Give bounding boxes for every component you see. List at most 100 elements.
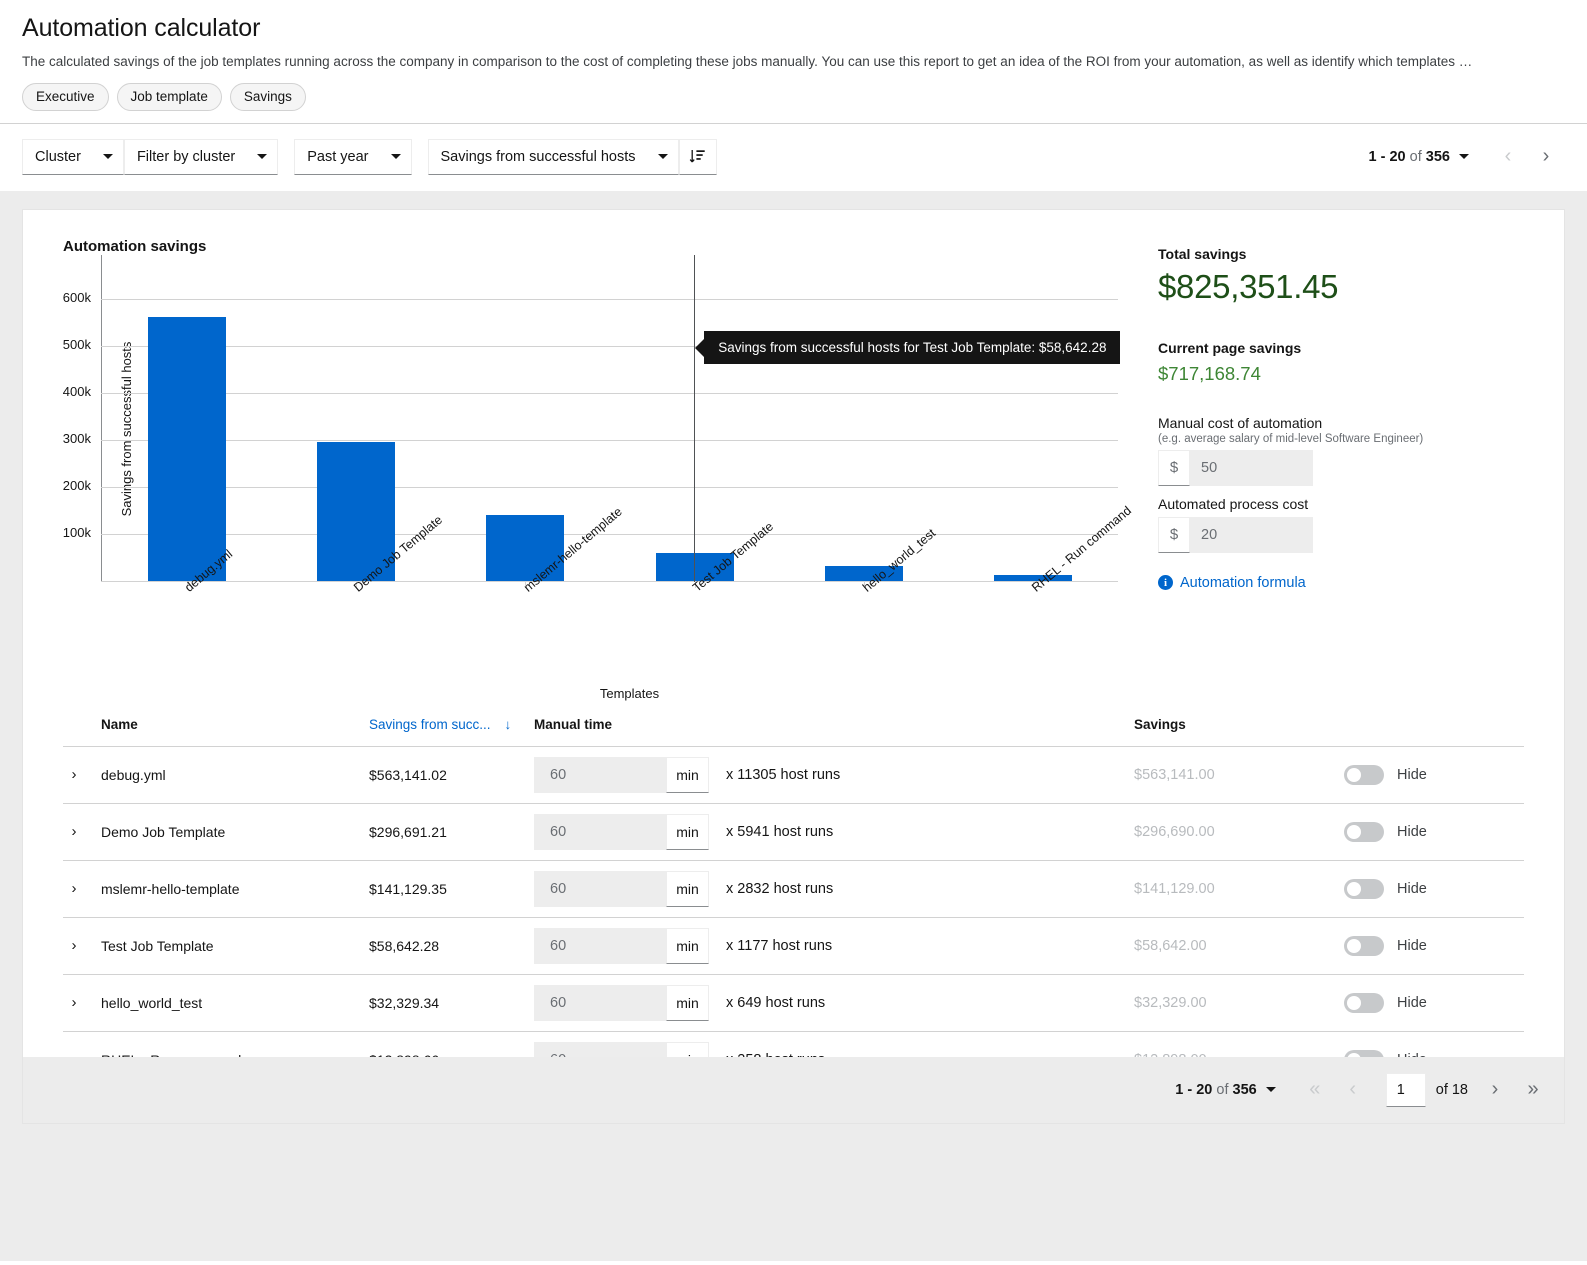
metric-sort-group: Savings from successful hosts bbox=[427, 138, 717, 175]
chart-x-label-slot: mslemr-hello-template bbox=[521, 504, 645, 598]
chevron-down-icon bbox=[657, 154, 668, 160]
expand-row-chevron-right-icon[interactable]: › bbox=[63, 878, 85, 900]
pagination-of: of bbox=[1409, 148, 1422, 165]
th-name[interactable]: Name bbox=[101, 716, 369, 747]
chart-y-tick-label: 400k bbox=[62, 384, 91, 400]
table-row: › mslemr-hello-template $141,129.35 60 min x … bbox=[63, 860, 1524, 918]
sort-arrow-down-icon: ↓ bbox=[504, 716, 512, 732]
td-expand: › bbox=[63, 803, 101, 861]
manual-time-input-group[interactable]: 60min bbox=[534, 870, 709, 907]
th-savings-from-hosts[interactable]: Savings from succ... ↓ bbox=[369, 716, 534, 747]
manual-time-input-group[interactable]: 60min bbox=[534, 984, 709, 1021]
td-manual-time: 60 min x 649 host runs bbox=[534, 974, 1134, 1032]
hide-toggle[interactable] bbox=[1344, 764, 1384, 785]
expand-row-chevron-right-icon[interactable]: › bbox=[63, 935, 85, 957]
td-manual-time: 60 min x 11305 host runs bbox=[534, 746, 1134, 804]
dollar-sign-icon: $ bbox=[1158, 516, 1190, 553]
savings-value: $32,329.00 bbox=[1134, 994, 1207, 1011]
hide-toggle[interactable] bbox=[1344, 878, 1384, 899]
select-savings-metric-label: Savings from successful hosts bbox=[440, 148, 636, 165]
host-runs-label: x 2832 host runs bbox=[726, 880, 834, 897]
total-savings-value: $825,351.45 bbox=[1158, 267, 1339, 305]
chip-job-template[interactable]: Job template bbox=[116, 83, 222, 111]
chip-savings[interactable]: Savings bbox=[229, 83, 306, 111]
footer-previous-page-button[interactable]: ‹ bbox=[1334, 1072, 1372, 1108]
footer-first-page-button[interactable]: « bbox=[1296, 1072, 1334, 1108]
manual-time-input-group[interactable]: 60min bbox=[534, 813, 709, 850]
pagination-chevron-down-icon[interactable] bbox=[1459, 154, 1469, 160]
host-runs-label: x 649 host runs bbox=[726, 994, 826, 1011]
manual-cost-input-group[interactable]: $ 50 bbox=[1158, 449, 1313, 486]
chart-y-tick-label: 100k bbox=[62, 524, 91, 540]
manual-time-cell: 60 min x 5941 host runs bbox=[534, 813, 1134, 850]
manual-time-input[interactable]: 60 bbox=[534, 870, 666, 907]
host-runs-label: x 1177 host runs bbox=[726, 937, 833, 954]
manual-time-cell: 60 min x 1177 host runs bbox=[534, 927, 1134, 964]
pagination-previous-button[interactable]: ‹ bbox=[1489, 139, 1527, 175]
footer-last-page-button[interactable]: » bbox=[1514, 1072, 1552, 1108]
td-expand: › bbox=[63, 917, 101, 975]
footer-chevron-down-icon[interactable] bbox=[1265, 1087, 1276, 1093]
page-description: The calculated savings of the job templa… bbox=[22, 54, 1473, 69]
footer-next-page-button[interactable]: › bbox=[1476, 1072, 1514, 1108]
chart-x-label-slot: Demo Job Template bbox=[351, 512, 462, 598]
sort-descending-button[interactable] bbox=[678, 138, 717, 175]
th-expand bbox=[63, 716, 101, 747]
select-cluster[interactable]: Cluster bbox=[22, 138, 124, 175]
manual-time-input[interactable]: 60 bbox=[534, 984, 666, 1021]
td-expand: › bbox=[63, 974, 101, 1032]
hide-toggle[interactable] bbox=[1344, 992, 1384, 1013]
info-icon: i bbox=[1158, 575, 1173, 591]
manual-cost-hint: (e.g. average salary of mid-level Softwa… bbox=[1158, 432, 1424, 445]
automated-cost-input-group[interactable]: $ 20 bbox=[1158, 516, 1313, 553]
footer-page-number-input[interactable]: 1 bbox=[1385, 1072, 1426, 1107]
manual-time-input[interactable]: 60 bbox=[534, 927, 666, 964]
toolbar-filters: Cluster Filter by cluster Past year Savi… bbox=[22, 138, 717, 175]
select-past-year[interactable]: Past year bbox=[294, 138, 412, 175]
page-body: Automation savings Savings from successf… bbox=[0, 190, 1587, 1261]
manual-time-input-group[interactable]: 60min bbox=[534, 756, 709, 793]
manual-time-input-group[interactable]: 60min bbox=[534, 927, 709, 964]
chevron-down-icon bbox=[390, 154, 401, 160]
td-savings-from-hosts: $563,141.02 bbox=[369, 746, 534, 804]
expand-row-chevron-right-icon[interactable]: › bbox=[63, 764, 85, 786]
hide-toggle[interactable] bbox=[1344, 935, 1384, 956]
chart-bar[interactable] bbox=[147, 316, 226, 581]
footer-total: 356 bbox=[1232, 1081, 1257, 1098]
hide-toggle-label: Hide bbox=[1397, 823, 1427, 840]
savings-panel: Total savings $825,351.45 Current page s… bbox=[1158, 238, 1558, 701]
manual-cost-input[interactable]: 50 bbox=[1190, 449, 1313, 486]
chart-x-label-slot: debug.yml bbox=[182, 547, 240, 598]
chip-list: Executive Job template Savings bbox=[22, 83, 1565, 123]
manual-time-cell: 60 min x 649 host runs bbox=[534, 984, 1134, 1021]
td-savings: $563,141.00 Hide bbox=[1134, 746, 1524, 804]
td-savings-from-hosts: $296,691.21 bbox=[369, 803, 534, 861]
hide-toggle-label: Hide bbox=[1397, 994, 1427, 1011]
td-savings-from-hosts: $58,642.28 bbox=[369, 917, 534, 975]
manual-time-input[interactable]: 60 bbox=[534, 813, 666, 850]
expand-row-chevron-right-icon[interactable]: › bbox=[63, 821, 85, 843]
chart-y-tick-label: 200k bbox=[62, 477, 91, 493]
manual-time-cell: 60 min x 2832 host runs bbox=[534, 870, 1134, 907]
footer-of: of bbox=[1216, 1081, 1229, 1098]
select-filter-by-cluster[interactable]: Filter by cluster bbox=[123, 138, 279, 175]
td-manual-time: 60 min x 1177 host runs bbox=[534, 917, 1134, 975]
chart-y-tick-label: 600k bbox=[62, 290, 91, 306]
automated-cost-label: Automated process cost bbox=[1158, 495, 1309, 512]
automated-cost-input[interactable]: 20 bbox=[1190, 516, 1313, 553]
cluster-filter-group: Cluster Filter by cluster bbox=[22, 138, 279, 175]
footer-of-pages: of 18 bbox=[1435, 1081, 1468, 1098]
td-savings: $58,642.00 Hide bbox=[1134, 917, 1524, 975]
hide-toggle[interactable] bbox=[1344, 821, 1384, 842]
td-savings-from-hosts: $32,329.34 bbox=[369, 974, 534, 1032]
pagination-next-button[interactable]: › bbox=[1527, 139, 1565, 175]
th-savings: Savings bbox=[1134, 716, 1524, 747]
current-page-savings-value: $717,168.74 bbox=[1158, 362, 1261, 384]
chevron-down-icon bbox=[102, 154, 113, 160]
expand-row-chevron-right-icon[interactable]: › bbox=[63, 992, 85, 1014]
automation-formula-link[interactable]: i Automation formula bbox=[1158, 575, 1558, 591]
manual-time-input[interactable]: 60 bbox=[534, 756, 666, 793]
chip-executive[interactable]: Executive bbox=[22, 83, 109, 111]
select-savings-metric[interactable]: Savings from successful hosts bbox=[427, 138, 679, 175]
td-expand: › bbox=[63, 746, 101, 804]
